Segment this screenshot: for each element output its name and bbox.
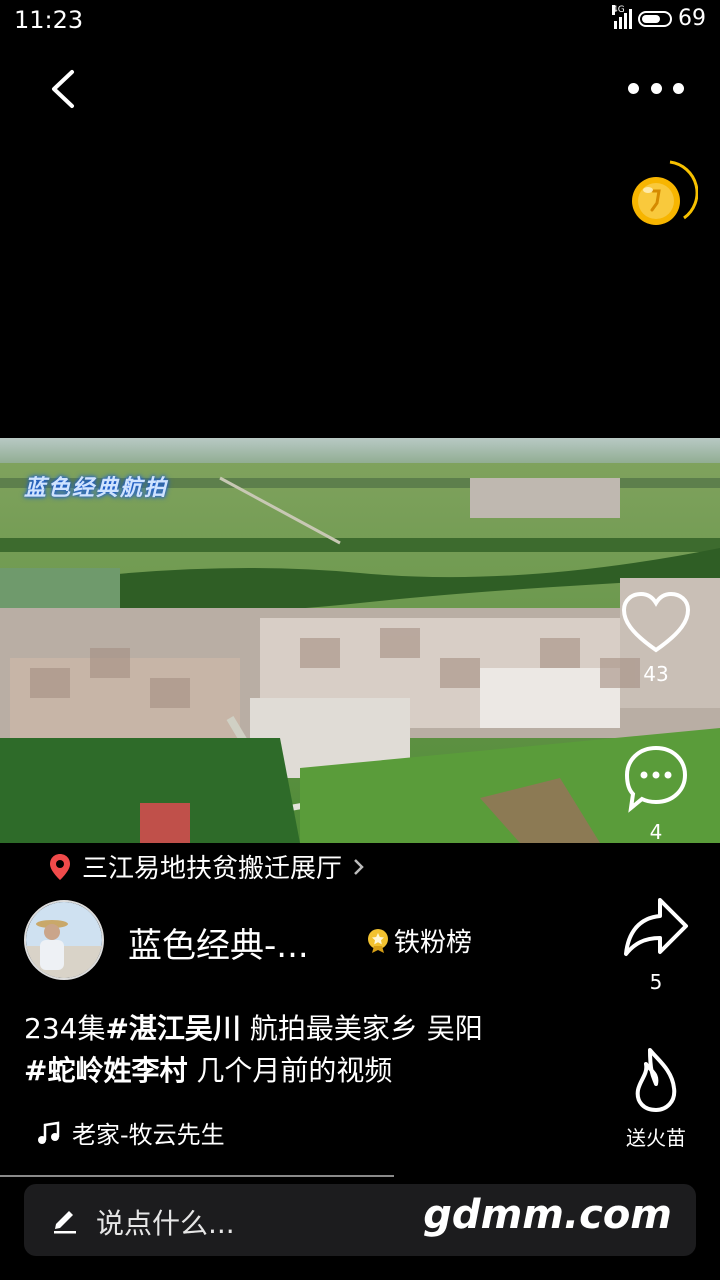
- author-name[interactable]: 蓝色经典-...: [128, 918, 309, 967]
- flame-seedling-icon: [635, 1048, 677, 1112]
- status-indicators: 4G 69: [612, 4, 706, 31]
- location-name: 三江易地扶贫搬迁展厅: [82, 854, 343, 884]
- share-count: 5: [649, 970, 663, 994]
- like-button[interactable]: 43: [606, 590, 706, 686]
- comment-input[interactable]: 说点什么... gdmm.com: [24, 1184, 696, 1256]
- site-watermark: gdmm.com: [423, 1192, 672, 1238]
- music-link[interactable]: 老家-牧云先生: [36, 1115, 225, 1150]
- hashtag-link[interactable]: #湛江吴川: [105, 1012, 240, 1045]
- signal-icon: 4G: [612, 4, 632, 29]
- coin-reward-button[interactable]: [628, 158, 699, 228]
- seedling-label: 送火苗: [626, 1126, 686, 1150]
- heart-icon: [621, 591, 691, 653]
- chevron-right-icon: [354, 858, 364, 875]
- video-watermark: 蓝色经典航拍: [24, 476, 169, 501]
- avatar-image: [26, 902, 102, 978]
- share-arrow-icon: [624, 898, 688, 956]
- battery-icon: [638, 10, 672, 27]
- more-options-button[interactable]: [628, 76, 684, 100]
- dot-icon: [628, 82, 639, 94]
- like-count: 43: [643, 662, 669, 686]
- battery-level: 69: [678, 6, 706, 31]
- video-progress-bar[interactable]: [0, 1175, 394, 1177]
- network-type-label: 4G: [612, 4, 625, 15]
- description-text: 航拍最美家乡 吴阳: [240, 1012, 483, 1045]
- send-seedling-button[interactable]: 送火苗: [606, 1044, 706, 1151]
- share-button[interactable]: 5: [606, 892, 706, 994]
- dot-icon: [673, 82, 684, 94]
- comment-count: 4: [649, 820, 663, 844]
- comment-placeholder: 说点什么...: [96, 1207, 235, 1240]
- coin-icon: [632, 160, 699, 225]
- back-button[interactable]: [44, 64, 84, 114]
- location-link[interactable]: 三江易地扶贫搬迁展厅: [48, 848, 366, 885]
- status-time: 11:23: [14, 6, 84, 34]
- fan-badge-label: 铁粉榜: [394, 928, 473, 958]
- music-note-icon: [38, 1121, 60, 1144]
- pencil-icon: [54, 1211, 76, 1234]
- music-title: 老家-牧云先生: [72, 1121, 225, 1149]
- video-description: 234集#湛江吴川 航拍最美家乡 吴阳 #蛇岭姓李村 几个月前的视频: [24, 1008, 584, 1092]
- description-prefix: 234集: [24, 1012, 106, 1045]
- comment-bubble-icon: [624, 745, 688, 813]
- chevron-left-icon: [52, 70, 74, 108]
- description-time: 几个月前的视频: [187, 1054, 393, 1087]
- author-avatar[interactable]: [24, 900, 104, 980]
- fan-ranking-link[interactable]: 铁粉榜: [366, 922, 472, 959]
- comment-button[interactable]: 4: [606, 742, 706, 844]
- hashtag-link[interactable]: #蛇岭姓李村: [24, 1054, 187, 1087]
- dot-icon: [650, 82, 662, 94]
- location-pin-icon: [50, 853, 70, 880]
- medal-icon: [368, 928, 388, 953]
